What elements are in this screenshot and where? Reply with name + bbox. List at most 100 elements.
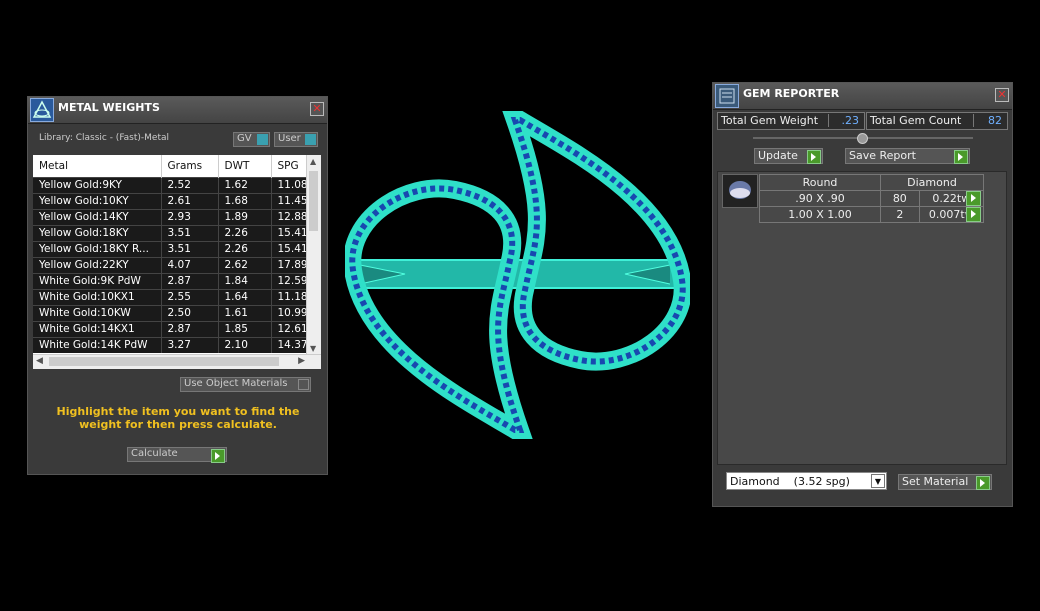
set-material-label: Set Material [902, 475, 969, 488]
gem-report-logo-icon [715, 84, 739, 108]
table-row[interactable]: White Gold:14KX1 2.87 1.85 12.61 [33, 320, 321, 337]
metal-name: Yellow Gold:9KY [33, 176, 162, 193]
set-material-button[interactable]: Set Material [898, 474, 992, 490]
metal-name: Yellow Gold:18KY R... [33, 240, 162, 257]
use-object-materials-toggle[interactable]: Use Object Materials [180, 377, 311, 392]
table-row[interactable]: Yellow Gold:18KY 3.51 2.26 15.41 [33, 224, 321, 241]
table-row[interactable]: Yellow Gold:9KY 2.52 1.62 11.08 [33, 176, 321, 193]
metal-table: Metal Grams DWT SPG Yellow Gold:9KY 2.52 1… [33, 155, 321, 353]
gem-list-area: Round Diamond .90 X .90 80 0.22tw 1.00 X… [717, 171, 1007, 465]
update-label: Update [758, 149, 798, 162]
table-row[interactable]: White Gold:10KW 2.50 1.61 10.99 [33, 304, 321, 321]
close-icon[interactable]: ✕ [310, 102, 324, 116]
row-arrow-button[interactable] [966, 191, 981, 206]
table-row[interactable]: Yellow Gold:22KY 4.07 2.62 17.89 [33, 256, 321, 273]
checkbox-icon [298, 379, 309, 390]
scroll-left-icon[interactable]: ◀ [36, 356, 43, 366]
gem-table: Round Diamond .90 X .90 80 0.22tw 1.00 X… [759, 174, 985, 223]
user-toggle[interactable]: User [274, 132, 318, 147]
scroll-thumb[interactable] [309, 171, 318, 231]
dwt-value: 2.26 [218, 240, 272, 257]
table-row[interactable]: Yellow Gold:10KY 2.61 1.68 11.45 [33, 192, 321, 209]
grams-value: 2.61 [161, 192, 219, 209]
material-select-value: Diamond (3.52 spg) [730, 475, 850, 488]
metal-weights-panel: METAL WEIGHTS ✕ Library: Classic - (Fast… [27, 96, 328, 475]
total-gem-weight-value: .23 [828, 114, 862, 127]
update-button[interactable]: Update [754, 148, 823, 164]
col-dwt[interactable]: DWT [218, 155, 272, 177]
save-report-button[interactable]: Save Report [845, 148, 970, 164]
user-label: User [278, 133, 301, 144]
dwt-value: 1.62 [218, 176, 272, 193]
grams-value: 2.50 [161, 304, 219, 321]
row-arrow-button[interactable] [966, 207, 981, 222]
dwt-value: 2.10 [218, 336, 272, 353]
material-header: Diamond [880, 174, 984, 191]
chevron-down-icon[interactable]: ▼ [871, 474, 885, 488]
table-row[interactable]: 1.00 X 1.00 2 0.007tw [759, 206, 985, 223]
table-row[interactable]: Yellow Gold:18KY R... 3.51 2.26 15.41 [33, 240, 321, 257]
scroll-down-icon[interactable]: ▼ [310, 344, 316, 353]
metal-name: White Gold:9K PdW [33, 272, 162, 289]
matrix-logo-icon [30, 98, 54, 122]
gem-size: 1.00 X 1.00 [759, 206, 881, 223]
metal-name: White Gold:14KX1 [33, 320, 162, 337]
table-row[interactable]: White Gold:9K PdW 2.87 1.84 12.59 [33, 272, 321, 289]
dwt-value: 2.26 [218, 224, 272, 241]
gem-table-header: Round Diamond [759, 174, 984, 191]
total-gem-weight-label: Total Gem Weight [721, 114, 819, 127]
col-grams[interactable]: Grams [161, 155, 219, 177]
dwt-value: 1.89 [218, 208, 272, 225]
grams-value: 2.55 [161, 288, 219, 305]
dwt-value: 1.85 [218, 320, 272, 337]
col-metal[interactable]: Metal [33, 155, 162, 177]
ring-model-viewport[interactable] [343, 110, 692, 440]
scroll-up-icon[interactable]: ▲ [310, 157, 316, 166]
grams-value: 2.52 [161, 176, 219, 193]
grams-value: 2.93 [161, 208, 219, 225]
hint-text: Highlight the item you want to find the … [56, 405, 300, 431]
user-switch-icon [305, 134, 316, 145]
splitter-knob-icon[interactable] [857, 133, 868, 144]
gem-reporter-titlebar[interactable]: GEM REPORTER ✕ [713, 83, 1012, 110]
table-header: Metal Grams DWT SPG [33, 155, 321, 177]
grams-value: 3.27 [161, 336, 219, 353]
splitter-handle[interactable] [753, 133, 973, 144]
play-arrow-icon [807, 150, 821, 164]
gv-label: GV [237, 133, 252, 144]
close-icon[interactable]: ✕ [995, 88, 1009, 102]
play-arrow-icon [976, 476, 990, 490]
metal-name: White Gold:10KX1 [33, 288, 162, 305]
gem-count: 2 [880, 206, 920, 223]
play-arrow-icon [971, 210, 976, 218]
dwt-value: 1.68 [218, 192, 272, 209]
scroll-right-icon[interactable]: ▶ [298, 356, 305, 366]
dwt-value: 1.61 [218, 304, 272, 321]
table-row[interactable]: Yellow Gold:14KY 2.93 1.89 12.88 [33, 208, 321, 225]
metal-weights-titlebar[interactable]: METAL WEIGHTS ✕ [28, 97, 327, 124]
horizontal-scrollbar[interactable]: ◀ ▶ [33, 354, 321, 369]
vertical-scrollbar[interactable]: ▲ ▼ [306, 155, 321, 355]
table-row[interactable]: .90 X .90 80 0.22tw [759, 190, 985, 207]
hscroll-thumb[interactable] [49, 357, 279, 366]
calculate-button[interactable]: Calculate [127, 447, 227, 463]
library-label: Library: Classic - (Fast)-Metal [39, 133, 170, 143]
double-heart-ring-icon [343, 111, 692, 439]
material-select[interactable]: Diamond (3.52 spg) ▼ [726, 472, 887, 490]
save-report-label: Save Report [849, 149, 916, 162]
dwt-value: 1.84 [218, 272, 272, 289]
metal-name: Yellow Gold:22KY [33, 256, 162, 273]
grams-value: 3.51 [161, 240, 219, 257]
table-row[interactable]: White Gold:10KX1 2.55 1.64 11.18 [33, 288, 321, 305]
metal-name: Yellow Gold:14KY [33, 208, 162, 225]
table-row[interactable]: White Gold:14K PdW 3.27 2.10 14.37 [33, 336, 321, 353]
gem-reporter-title: GEM REPORTER [743, 87, 840, 100]
gv-toggle[interactable]: GV [233, 132, 270, 147]
calculate-label: Calculate [131, 448, 178, 459]
metal-table-container: Metal Grams DWT SPG Yellow Gold:9KY 2.52 1… [33, 155, 321, 369]
gv-switch-icon [257, 134, 268, 145]
play-arrow-icon [954, 150, 968, 164]
dwt-value: 1.64 [218, 288, 272, 305]
play-arrow-icon [211, 449, 225, 463]
round-gem-thumbnail-icon[interactable] [722, 174, 758, 208]
